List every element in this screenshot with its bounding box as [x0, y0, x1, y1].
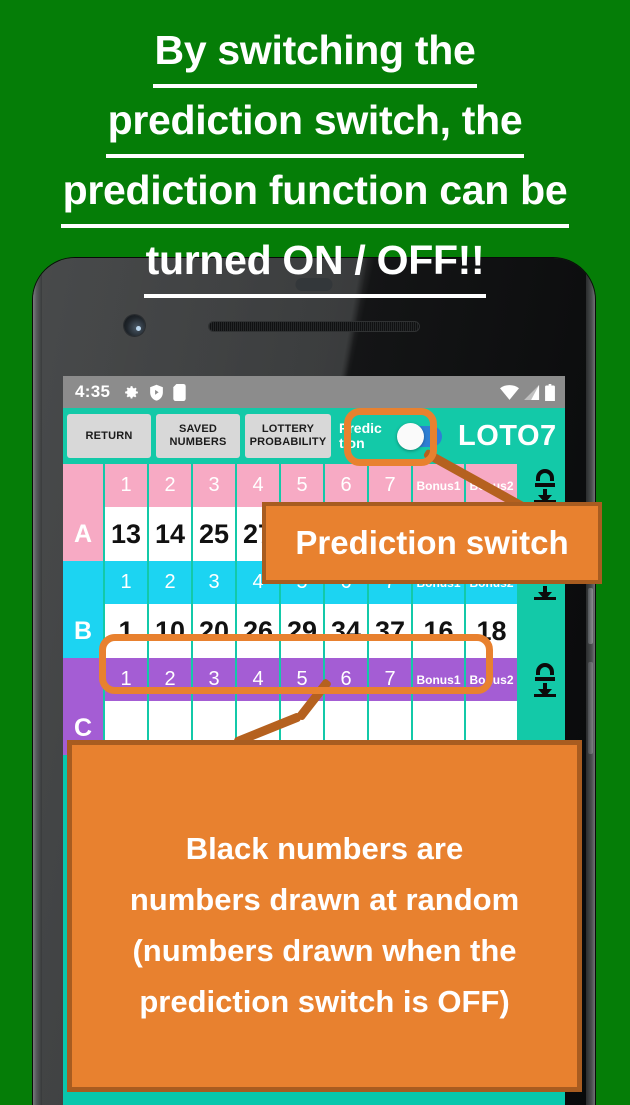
screenshot-root: By switching the prediction switch, the …	[0, 0, 630, 1105]
cellular-signal-icon	[524, 384, 540, 400]
callout-bottom-line-4: prediction switch is OFF)	[139, 984, 510, 1019]
wifi-icon	[500, 384, 519, 400]
highlight-ring-prediction-switch	[344, 408, 437, 466]
callout-bottom-line-3: (numbers drawn when the	[132, 933, 517, 968]
lottery-probability-line1: LOTTERY	[261, 423, 315, 435]
col-header-6: 6	[325, 464, 369, 507]
battery-icon	[545, 383, 555, 401]
volume-button[interactable]	[588, 662, 593, 754]
highlight-ring-row-b-values	[99, 634, 493, 694]
play-protect-shield-icon	[149, 384, 164, 401]
headline-line-1: By switching the	[152, 18, 478, 88]
saved-numbers-line1: SAVED	[178, 423, 218, 435]
row-b-action-cell	[519, 604, 565, 658]
sd-card-icon	[173, 383, 186, 401]
proximity-sensor	[295, 278, 333, 291]
callout-prediction-switch: Prediction switch	[262, 502, 602, 584]
headline-line-2: prediction switch, the	[105, 88, 525, 158]
callout-prediction-switch-text: Prediction switch	[295, 524, 569, 561]
callout-black-numbers: Black numbers are numbers drawn at rando…	[67, 740, 582, 1092]
row-b-header-corner	[63, 561, 105, 604]
saved-numbers-button[interactable]: SAVED NUMBERS	[156, 414, 240, 458]
headline-line-3: prediction function can be	[60, 158, 570, 228]
col-header-1: 1	[105, 464, 149, 507]
col-header-b-2: 2	[149, 561, 193, 604]
col-header-b-1: 1	[105, 561, 149, 604]
row-c-download-icon[interactable]	[519, 658, 565, 701]
callout-bottom-line-1: Black numbers are	[185, 831, 464, 866]
col-header-b-3: 3	[193, 561, 237, 604]
phone-left-edge	[33, 274, 42, 1105]
status-bar: 4:35	[63, 376, 565, 408]
lottery-probability-line2: PROBABILITY	[249, 436, 327, 448]
row-a-label: A	[63, 507, 105, 561]
gear-icon	[123, 384, 140, 401]
status-bar-clock: 4:35	[75, 382, 111, 401]
col-header-5: 5	[281, 464, 325, 507]
saved-numbers-line2: NUMBERS	[169, 436, 227, 448]
col-header-3: 3	[193, 464, 237, 507]
power-button[interactable]	[588, 588, 593, 644]
row-a-header-corner	[63, 464, 105, 507]
lottery-probability-button[interactable]: LOTTERY PROBABILITY	[245, 414, 331, 458]
row-a-value-2: 14	[149, 507, 193, 561]
col-header-4: 4	[237, 464, 281, 507]
headline-banner: By switching the prediction switch, the …	[0, 18, 630, 298]
col-header-2: 2	[149, 464, 193, 507]
col-header-7: 7	[369, 464, 413, 507]
row-a-value-1: 13	[105, 507, 149, 561]
return-button[interactable]: RETURN	[67, 414, 151, 458]
callout-bottom-line-2: numbers drawn at random	[129, 882, 520, 917]
front-camera-icon	[124, 315, 145, 336]
earpiece-speaker-icon	[208, 321, 420, 332]
row-a-value-3: 25	[193, 507, 237, 561]
